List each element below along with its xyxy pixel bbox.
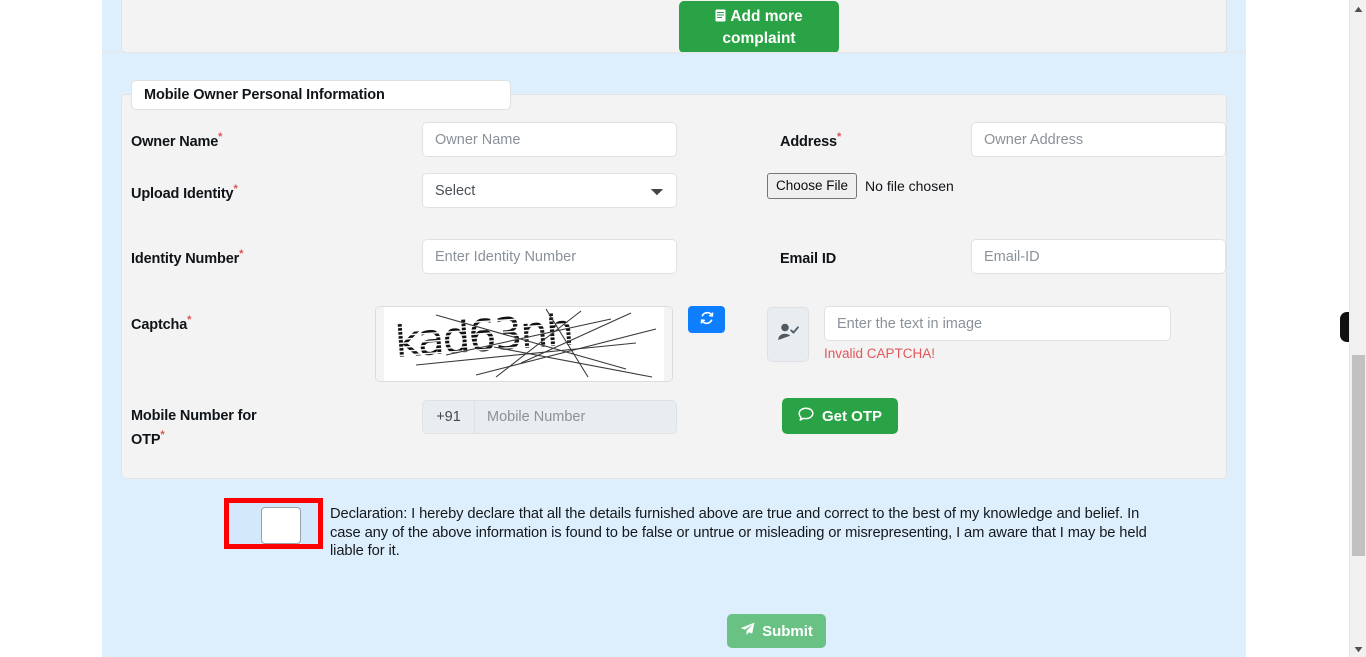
scrollbar-down-arrow[interactable]: [1350, 640, 1366, 657]
identity-number-input[interactable]: [422, 239, 677, 274]
mobile-number-group: +91: [422, 400, 677, 434]
complaint-panel: Add more complaint: [121, 0, 1227, 53]
owner-name-label-text: Owner Name: [131, 133, 219, 150]
get-otp-label: Get OTP: [822, 407, 883, 425]
owner-name-label: Owner Name*: [131, 131, 222, 150]
email-id-label: Email ID: [780, 248, 836, 267]
captcha-label-text: Captcha: [131, 316, 188, 333]
choose-file-button[interactable]: Choose File: [767, 173, 858, 199]
owner-info-legend: Mobile Owner Personal Information: [131, 80, 511, 110]
chat-bubble-icon: [798, 406, 814, 426]
captcha-required-mark: *: [187, 314, 192, 326]
submit-button[interactable]: Submit: [727, 614, 826, 648]
edge-tab-handle[interactable]: [1340, 312, 1349, 342]
address-label-text: Address: [780, 133, 837, 150]
identity-number-label-text: Identity Number: [131, 250, 240, 267]
declaration-text: Declaration: I hereby declare that all t…: [330, 506, 1147, 560]
user-check-icon: [777, 322, 799, 347]
page-root: Add more complaint Mobile Owner Personal…: [0, 0, 1366, 657]
add-more-complaint-button[interactable]: Add more complaint: [679, 1, 839, 53]
panel-divider: [102, 52, 1246, 53]
mobile-otp-label: Mobile Number for OTP*: [131, 407, 301, 450]
upload-identity-select[interactable]: Select: [422, 173, 677, 208]
captcha-input[interactable]: [824, 306, 1171, 341]
refresh-icon: [699, 310, 715, 329]
add-more-complaint-label-line1: Add more: [730, 7, 803, 25]
get-otp-button[interactable]: Get OTP: [782, 398, 899, 434]
captcha-image: kad63nh: [375, 306, 673, 382]
paper-plane-icon: [740, 622, 755, 640]
owner-name-required-mark: *: [218, 131, 223, 143]
identity-number-required-mark: *: [239, 248, 244, 260]
captcha-label: Captcha*: [131, 314, 191, 333]
email-id-label-text: Email ID: [780, 250, 837, 267]
country-code-prefix: +91: [422, 400, 474, 434]
refresh-captcha-button[interactable]: [688, 306, 725, 333]
mobile-otp-label-line2: OTP: [131, 431, 161, 448]
upload-identity-required-mark: *: [233, 183, 238, 195]
file-status-text: No file chosen: [865, 178, 954, 194]
submit-label: Submit: [762, 622, 813, 640]
declaration-checkbox-highlight: [224, 498, 323, 549]
scrollbar-thumb[interactable]: [1352, 355, 1365, 556]
mobile-number-input[interactable]: [474, 400, 677, 434]
mobile-otp-label-line1: Mobile Number for: [131, 408, 257, 424]
address-required-mark: *: [836, 131, 842, 143]
vertical-scrollbar[interactable]: [1349, 0, 1366, 657]
identity-number-label: Identity Number*: [131, 248, 243, 267]
add-more-complaint-label-line2: complaint: [722, 29, 796, 47]
scrollbar-up-arrow[interactable]: [1350, 0, 1366, 17]
identity-file-upload: Choose File No file chosen: [767, 173, 954, 199]
address-label: Address*: [780, 131, 841, 150]
document-icon: [715, 7, 726, 28]
address-input[interactable]: [971, 122, 1226, 157]
declaration-checkbox[interactable]: [261, 507, 301, 544]
upload-identity-label-text: Upload Identity: [131, 185, 234, 202]
owner-name-input[interactable]: [422, 122, 677, 157]
email-id-input[interactable]: [971, 239, 1226, 274]
upload-identity-label: Upload Identity*: [131, 183, 238, 202]
form-container: Add more complaint Mobile Owner Personal…: [102, 0, 1246, 657]
captcha-error-message: Invalid CAPTCHA!: [824, 346, 936, 361]
captcha-user-icon-box: [767, 307, 809, 362]
mobile-otp-required-mark: *: [160, 429, 165, 441]
chevron-down-icon: [1354, 640, 1363, 657]
chevron-up-icon: [1354, 0, 1363, 18]
